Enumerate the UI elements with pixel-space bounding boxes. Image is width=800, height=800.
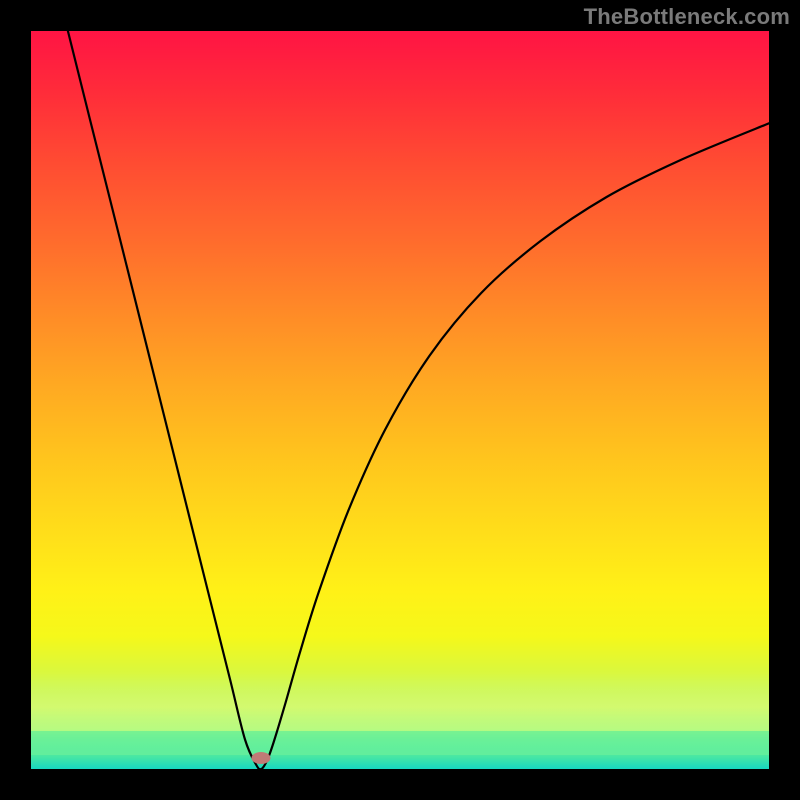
bottleneck-curve [31, 31, 769, 769]
curve-path [68, 31, 769, 769]
plot-area [31, 31, 769, 769]
minimum-marker [252, 752, 271, 764]
chart-frame: TheBottleneck.com [0, 0, 800, 800]
watermark-text: TheBottleneck.com [584, 4, 790, 30]
